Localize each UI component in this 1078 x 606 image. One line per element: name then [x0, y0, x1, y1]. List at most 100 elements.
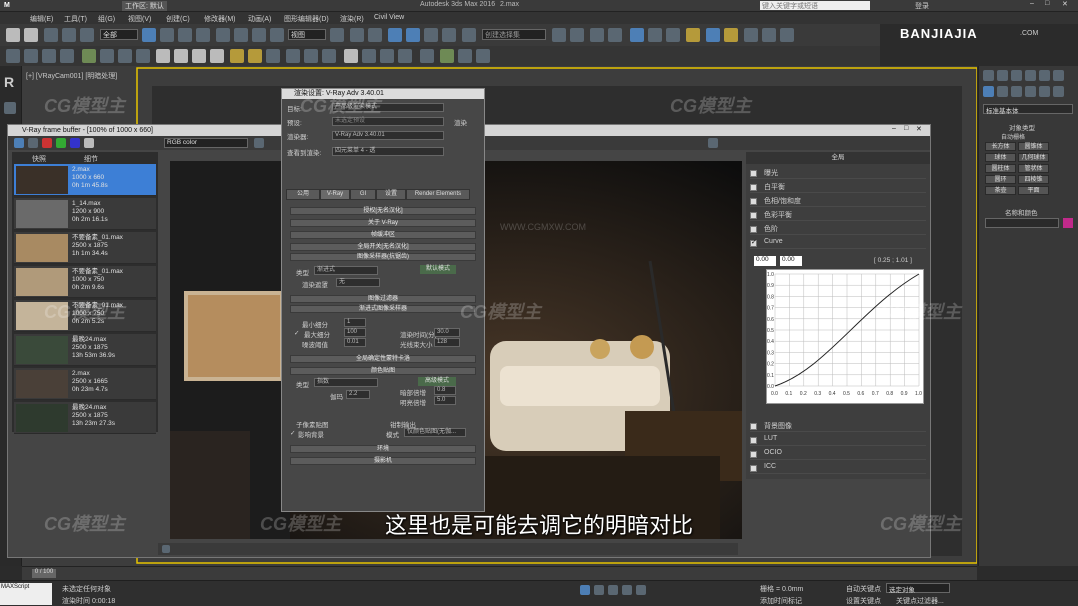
curve-editor-icon[interactable]	[630, 28, 644, 42]
vray-light-icon[interactable]	[82, 49, 96, 63]
next-frame-icon[interactable]	[622, 585, 632, 595]
rollout-color-mapping[interactable]: 颜色贴图	[290, 367, 476, 375]
curve-checkbox[interactable]: ✓	[750, 239, 757, 247]
tab-common[interactable]: 公用	[286, 189, 320, 200]
rollout-about-vray[interactable]: 关于 V-Ray	[290, 219, 476, 227]
angle-snap-icon[interactable]	[406, 28, 420, 42]
menu-graph-editors[interactable]: 图形编辑器(D)	[284, 14, 329, 24]
history-row[interactable]: 不要备素_01.max 2500 x 1875 1h 1m 34.4s	[14, 232, 156, 264]
create-layer-icon[interactable]	[6, 49, 20, 63]
rectangular-selection-icon[interactable]	[178, 28, 192, 42]
spinner-snap-icon[interactable]	[442, 28, 456, 42]
layer-manager-icon[interactable]	[590, 28, 604, 42]
select-by-name-icon[interactable]	[160, 28, 174, 42]
toggle-ribbon-icon[interactable]	[608, 28, 622, 42]
box-button[interactable]: 长方体	[985, 142, 1016, 151]
select-in-layer-icon[interactable]	[42, 49, 56, 63]
renderer-dropdown[interactable]: V-Ray Adv 3.40.01	[332, 131, 444, 140]
option-lut[interactable]: LUT	[750, 435, 926, 446]
vray-toggle-icon[interactable]	[458, 49, 472, 63]
menu-rendering[interactable]: 渲染(R)	[340, 14, 364, 24]
object-color-swatch[interactable]	[1063, 218, 1073, 228]
display-tab-icon[interactable]	[1039, 70, 1050, 81]
curve-graph[interactable]: 0.00.0 0.1 0.1 0.2 0.2 0.3 0.3 0.4 0.4 0.5 0.5 0.6 0…	[767, 270, 923, 403]
lut-checkbox[interactable]	[750, 437, 757, 444]
min-subdivs-field[interactable]: 1	[344, 318, 366, 327]
schematic-view-icon[interactable]	[648, 28, 662, 42]
select-scale-icon[interactable]	[252, 28, 266, 42]
menu-civil-view[interactable]: Civil View	[374, 14, 404, 21]
vray-sun-icon[interactable]	[118, 49, 132, 63]
add-to-layer-icon[interactable]	[24, 49, 38, 63]
vray-ies-icon[interactable]	[100, 49, 114, 63]
play-icon[interactable]	[608, 585, 618, 595]
plane-button[interactable]: 平面	[1018, 186, 1049, 195]
cm-mode-dropdown[interactable]: 仅颜色贴图(无伽...	[404, 428, 466, 437]
cone-button[interactable]: 圆锥体	[1018, 142, 1049, 151]
max-subdivs-check[interactable]: ✓	[294, 329, 299, 337]
affect-background-check[interactable]: ✓	[290, 429, 295, 437]
select-move-icon[interactable]	[216, 28, 230, 42]
vray-physical-camera-icon[interactable]	[286, 49, 300, 63]
select-manipulate-icon[interactable]	[350, 28, 364, 42]
rollout-global-dmc[interactable]: 全局确定性蒙特卡洛	[290, 355, 476, 363]
icc-checkbox[interactable]	[750, 465, 757, 472]
rollout-camera[interactable]: 摄影机	[290, 457, 476, 465]
light-bulb-icon[interactable]	[230, 49, 244, 63]
tab-render-elements[interactable]: Render Elements	[406, 189, 470, 200]
cylinder-button[interactable]: 圆柱体	[985, 164, 1016, 173]
pivot-center-icon[interactable]	[330, 28, 344, 42]
menu-edit[interactable]: 编辑(E)	[30, 14, 53, 24]
option-ocio[interactable]: OCIO	[750, 449, 926, 460]
rollout-environment[interactable]: 环境	[290, 445, 476, 453]
render-time-field[interactable]: 30.0	[434, 328, 460, 337]
track-mouse-icon[interactable]	[254, 138, 264, 148]
close-icon[interactable]: ✕	[1062, 0, 1068, 8]
white-balance-checkbox[interactable]	[750, 184, 757, 191]
create-tab-icon[interactable]	[983, 70, 994, 81]
select-object-icon[interactable]	[142, 28, 156, 42]
sun-icon[interactable]	[248, 49, 262, 63]
maxscript-listener[interactable]: MAXScript	[0, 583, 52, 605]
auto-key-label[interactable]: 自动关键点	[846, 584, 881, 594]
channel-dropdown[interactable]: RGB color	[164, 138, 248, 148]
curve-input-field[interactable]: 0.00	[754, 256, 776, 266]
levels-checkbox[interactable]	[750, 226, 757, 233]
exposure-checkbox[interactable]	[750, 170, 757, 177]
unlink-icon[interactable]	[62, 28, 76, 42]
vray-proxy-icon[interactable]	[192, 49, 206, 63]
key-filters-button[interactable]: 关键点过滤器...	[896, 596, 944, 606]
reset-viewport-icon[interactable]: R	[4, 74, 14, 90]
workspace-selector[interactable]: 工作区: 默认	[122, 1, 167, 11]
history-row[interactable]: 1_14.max 1200 x 900 0h 2m 16.1s	[14, 198, 156, 230]
vray-bake-icon[interactable]	[440, 49, 454, 63]
play-start-icon[interactable]	[580, 585, 590, 595]
align-icon[interactable]	[570, 28, 584, 42]
curve-editor[interactable]: 0.0 0.0 0.1 0.1 0.2 0.2 0.3 0.3 0.4 0.4 0.5 0.5 0.6 0…	[766, 269, 924, 404]
torus-button[interactable]: 圆环	[985, 175, 1016, 184]
history-icon[interactable]	[14, 138, 24, 148]
teapot-button[interactable]: 茶壶	[985, 186, 1016, 195]
ocio-checkbox[interactable]	[750, 451, 757, 458]
percent-snap-icon[interactable]	[424, 28, 438, 42]
autogrid-checkbox[interactable]: 自动栅格	[1001, 132, 1025, 141]
timeline[interactable]: 0 / 100	[22, 566, 977, 580]
selection-filter-dropdown[interactable]: 全部	[100, 29, 138, 40]
time-slider[interactable]: 0 / 100	[32, 569, 56, 578]
bright-multiplier-field[interactable]: 5.0	[434, 396, 456, 405]
history-row[interactable]: 不要备素_01.max 1000 x 750 0h 2m 9.6s	[14, 266, 156, 298]
menu-create[interactable]: 创建(C)	[166, 14, 190, 24]
default-mode-button[interactable]: 默认模式	[420, 265, 456, 274]
correction-curve[interactable]: ✓ Curve	[750, 238, 926, 249]
rollout-progressive-sampler[interactable]: 渐进式图像采样器	[290, 305, 476, 313]
motion-tab-icon[interactable]	[1025, 70, 1036, 81]
rendered-frame-window-icon[interactable]	[706, 28, 720, 42]
redo-icon[interactable]	[24, 28, 38, 42]
render-button[interactable]: 渲染	[454, 117, 467, 127]
vray-fur-object-icon[interactable]	[210, 49, 224, 63]
named-selection-dropdown[interactable]: 创建选择集	[482, 29, 546, 40]
history-row[interactable]: 最晚24.max 2500 x 1875 13h 23m 27.3s	[14, 402, 156, 434]
sampler-type-dropdown[interactable]: 渐进式	[314, 266, 378, 275]
correction-levels[interactable]: 色阶	[750, 224, 926, 235]
app-logo[interactable]: M	[4, 2, 10, 9]
